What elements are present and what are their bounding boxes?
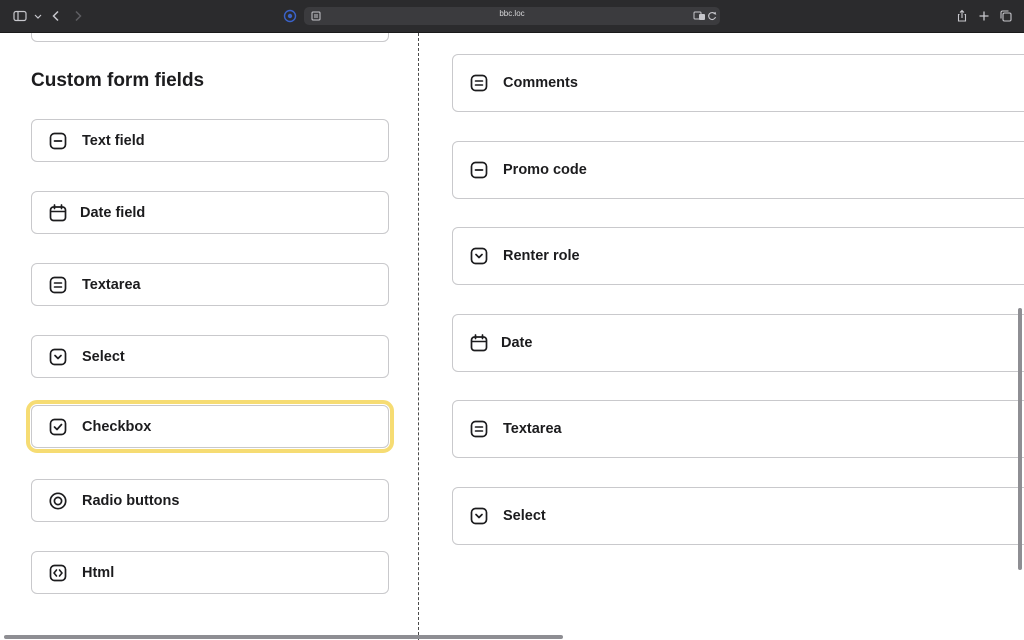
form-field-label: Renter role	[503, 248, 580, 264]
field-type-html[interactable]: Html	[31, 551, 389, 594]
field-type-radio-buttons[interactable]: Radio buttons	[31, 479, 389, 522]
address-text: bbc.loc	[499, 9, 525, 18]
minus-square-icon	[48, 131, 68, 151]
equals-square-icon	[48, 275, 68, 295]
section-title: Custom form fields	[31, 70, 205, 91]
field-type-label: Text field	[82, 132, 145, 149]
field-type-label: Textarea	[82, 276, 141, 293]
field-type-select[interactable]: Select	[31, 335, 389, 378]
field-type-label: Checkbox	[82, 418, 152, 435]
field-type-checkbox[interactable]: Checkbox	[26, 400, 394, 453]
new-tab-icon[interactable]	[976, 8, 992, 24]
horizontal-scrollbar[interactable]	[4, 635, 563, 639]
equals-square-icon	[469, 73, 489, 93]
form-field-label: Promo code	[503, 162, 587, 178]
form-field-select[interactable]: Select	[452, 487, 1024, 545]
check-square-icon	[48, 417, 68, 437]
radio-circle-icon	[48, 491, 68, 511]
form-field-label: Comments	[503, 75, 578, 91]
form-field-textarea[interactable]: Textarea	[452, 400, 1024, 458]
previous-field-card[interactable]	[31, 33, 389, 42]
page-content: Custom form fields Text field Date field…	[0, 33, 1024, 640]
equals-square-icon	[469, 419, 489, 439]
address-bar[interactable]: bbc.loc	[304, 7, 720, 25]
sidebar-toggle-icon[interactable]	[12, 8, 28, 24]
form-field-renter-role[interactable]: Renter role	[452, 227, 1024, 285]
chevron-down-square-icon	[469, 246, 489, 266]
form-field-promo-code[interactable]: Promo code	[452, 141, 1024, 199]
vertical-scrollbar[interactable]	[1018, 308, 1022, 570]
tab-overview-icon[interactable]	[998, 8, 1014, 24]
field-type-label: Html	[82, 564, 115, 581]
field-type-label: Radio buttons	[82, 492, 180, 509]
share-icon[interactable]	[954, 8, 970, 24]
field-type-textarea[interactable]: Textarea	[31, 263, 389, 306]
chevron-down-icon[interactable]	[30, 8, 46, 24]
code-square-icon	[48, 563, 68, 583]
minus-square-icon	[469, 160, 489, 180]
form-field-comments[interactable]: Comments	[452, 54, 1024, 112]
chevron-down-square-icon	[48, 347, 68, 367]
back-icon[interactable]	[48, 8, 64, 24]
forward-icon[interactable]	[70, 8, 86, 24]
chevron-down-square-icon	[469, 506, 489, 526]
form-field-label: Date	[501, 335, 533, 351]
form-field-label: Select	[503, 508, 546, 524]
calendar-icon	[469, 333, 489, 353]
field-type-label: Date field	[80, 204, 146, 221]
field-type-label: Select	[82, 348, 125, 365]
form-field-label: Textarea	[503, 421, 562, 437]
column-divider	[418, 33, 419, 640]
field-type-text-field[interactable]: Text field	[31, 119, 389, 162]
calendar-icon	[48, 203, 68, 223]
field-type-date-field[interactable]: Date field	[31, 191, 389, 234]
form-field-date[interactable]: Date	[452, 314, 1024, 372]
reload-icon[interactable]	[704, 8, 720, 24]
browser-toolbar: bbc.loc	[0, 0, 1024, 33]
extension-icon[interactable]	[282, 8, 298, 24]
